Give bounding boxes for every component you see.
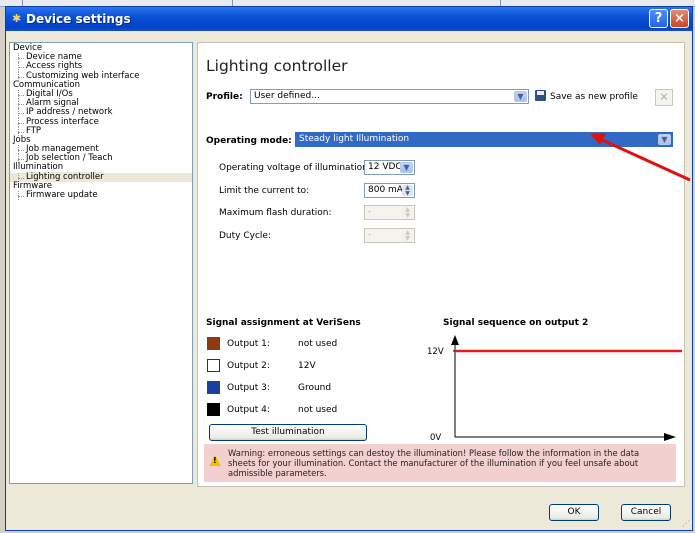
voltage-select[interactable]: 12 VDC ▼ <box>364 160 415 175</box>
close-button[interactable]: × <box>670 9 689 28</box>
spin-arrows-icon[interactable]: ▲ ▼ <box>402 185 413 196</box>
test-illumination-button[interactable]: Test illumination <box>209 424 367 441</box>
operating-mode-select[interactable]: Steady light Illumination ▼ <box>295 132 673 147</box>
flash-stepper: - ▲ ▼ <box>364 205 415 220</box>
device-settings-dialog: ✱ Device settings ? × Device Device name A… <box>5 6 693 531</box>
ok-button[interactable]: OK <box>549 504 599 521</box>
signal-assignment-title: Signal assignment at VeriSens <box>206 318 361 328</box>
chevron-down-icon[interactable]: ▼ <box>514 91 527 102</box>
profile-label: Profile: <box>206 92 243 102</box>
label-0v: 0V <box>430 433 441 443</box>
tree-item[interactable]: FTP <box>10 126 192 137</box>
settings-tree[interactable]: Device Device name Access rights Customizin… <box>9 42 193 484</box>
current-label: Limit the current to: <box>219 186 310 196</box>
warning-text: Warning: erroneous settings can destoy t… <box>228 448 640 478</box>
warning-box: ! Warning: erroneous settings can destoy… <box>204 444 676 482</box>
output-value: Ground <box>298 383 332 393</box>
duty-stepper: - ▲ ▼ <box>364 228 415 243</box>
label-12v: 12V <box>427 347 444 357</box>
output-color-swatch <box>207 337 220 350</box>
save-profile-button[interactable]: Save as new profile <box>550 92 638 102</box>
lighting-controller-panel: Lighting controller Profile: User define… <box>197 42 685 487</box>
tree-item-label: Illumination <box>13 162 64 173</box>
help-button[interactable]: ? <box>649 9 668 28</box>
y-axis-arrowhead <box>451 335 459 345</box>
operating-mode-value: Steady light Illumination <box>299 134 410 144</box>
signal-sequence-chart: 12V 0V <box>427 335 682 443</box>
spin-arrows-icon: ▲ ▼ <box>402 230 413 241</box>
resize-grip-icon[interactable]: ⋰ <box>682 519 690 528</box>
output-name: Output 4: <box>227 405 270 415</box>
tree-item[interactable]: Firmware update <box>10 190 192 201</box>
output-color-swatch <box>207 403 220 416</box>
voltage-label: Operating voltage of illumination: <box>219 163 371 173</box>
cancel-button[interactable]: Cancel <box>621 504 671 521</box>
output-name: Output 1: <box>227 339 270 349</box>
duty-label: Duty Cycle: <box>219 231 271 241</box>
duty-value: - <box>368 230 372 240</box>
signal-sequence-title: Signal sequence on output 2 <box>443 318 589 328</box>
spin-arrows-icon: ▲ ▼ <box>402 207 413 218</box>
operating-mode-label: Operating mode: <box>206 136 292 146</box>
output-value: not used <box>298 339 338 349</box>
voltage-value: 12 VDC <box>368 162 402 172</box>
output-name: Output 3: <box>227 383 270 393</box>
chevron-down-icon[interactable]: ▼ <box>658 134 671 145</box>
app-icon: ✱ <box>12 12 22 25</box>
current-stepper[interactable]: 800 mA ▲ ▼ <box>364 183 415 198</box>
window-title: Device settings <box>26 12 131 26</box>
output-name: Output 2: <box>227 361 270 371</box>
profile-value: User defined... <box>254 91 320 101</box>
flash-value: - <box>368 207 372 217</box>
output-value: 12V <box>298 361 316 371</box>
save-icon[interactable] <box>535 90 546 101</box>
title-bar: ✱ Device settings ? × <box>6 7 692 31</box>
warning-icon: ! <box>209 455 221 466</box>
page-title: Lighting controller <box>206 57 348 75</box>
chevron-down-icon[interactable]: ▼ <box>400 162 413 173</box>
tree-item-label: Firmware update <box>26 190 98 200</box>
output-value: not used <box>298 405 338 415</box>
profile-select[interactable]: User defined... ▼ <box>250 89 529 104</box>
current-value: 800 mA <box>368 185 403 195</box>
output-color-swatch <box>207 381 220 394</box>
output-color-swatch <box>207 359 220 372</box>
x-axis-arrowhead <box>664 433 676 441</box>
delete-profile-button[interactable]: ✕ <box>655 89 673 106</box>
flash-label: Maximum flash duration: <box>219 208 332 218</box>
